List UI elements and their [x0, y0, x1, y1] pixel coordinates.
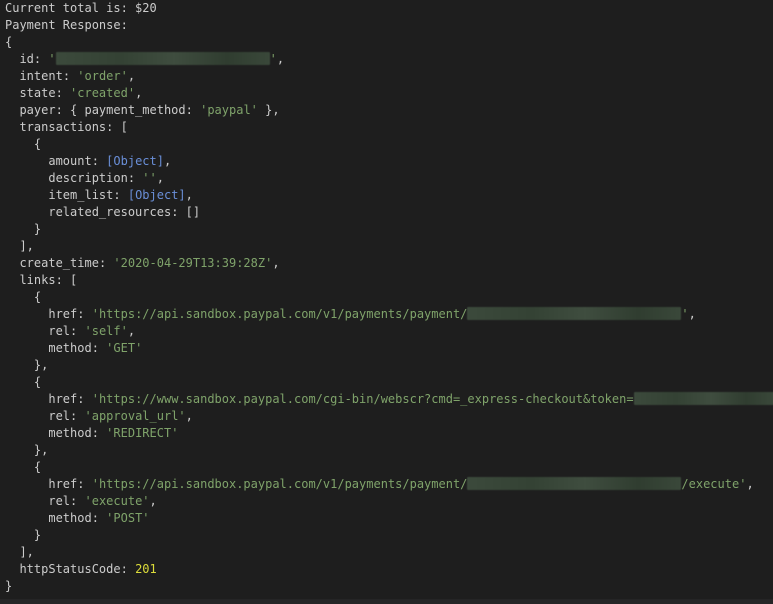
create-time-value: '2020-04-29T13:39:28Z': [113, 256, 273, 270]
intent-line: intent: 'order',: [19, 69, 136, 83]
state-line: state: 'created',: [19, 86, 143, 100]
item-list-line: item_list: [Object],: [48, 188, 193, 202]
redacted-payment-id: [467, 307, 682, 320]
id-quote-open: ': [48, 52, 56, 66]
link2-rel: 'approval_url': [84, 409, 186, 423]
method-key: method: [48, 341, 92, 355]
link3-rel: 'execute': [84, 494, 150, 508]
transaction-open: {: [5, 137, 42, 151]
close-brace-line: }: [5, 578, 12, 595]
method-key: method: [48, 426, 92, 440]
rel-key: rel: [48, 494, 71, 508]
id-line: id: ' ',: [19, 52, 285, 66]
transactions-close: ],: [5, 239, 34, 253]
create-time-key: create_time: [19, 256, 99, 270]
console-output: Current total is: $20 Payment Response: …: [0, 0, 773, 604]
create-time-line: create_time: '2020-04-29T13:39:28Z',: [19, 256, 280, 270]
intent-key: intent: [19, 69, 63, 83]
link1-method-line: method: 'GET': [48, 341, 143, 355]
links-close: ],: [5, 545, 34, 559]
link2-open: {: [5, 375, 42, 389]
rel-key: rel: [48, 409, 71, 423]
link3-href-line: href: 'https://api.sandbox.paypal.com/v1…: [48, 477, 754, 491]
rel-key: rel: [48, 324, 71, 338]
intent-value: 'order': [77, 69, 128, 83]
href-key: href: [48, 477, 78, 491]
state-key: state: [19, 86, 56, 100]
link1-rel-line: rel: 'self',: [48, 324, 136, 338]
link1-href-suffix: ': [681, 307, 689, 321]
link2-method: 'REDIRECT': [106, 426, 179, 440]
href-key: href: [48, 307, 78, 321]
description-line: description: '',: [48, 171, 164, 185]
link1-rel: 'self': [84, 324, 128, 338]
transactions-key: transactions: [19, 120, 107, 134]
payment-method-value: 'paypal': [200, 103, 258, 117]
http-status-line: httpStatusCode: 201: [19, 562, 157, 576]
amount-key: amount: [48, 154, 92, 168]
link1-open: {: [5, 290, 42, 304]
id-key: id: [19, 52, 34, 66]
state-value: 'created': [70, 86, 136, 100]
amount-value: [Object]: [106, 154, 164, 168]
redacted-payment-id: [467, 477, 682, 490]
links-key: links: [19, 273, 56, 287]
payer-line: payer: { payment_method: 'paypal' },: [19, 103, 280, 117]
link3-href-prefix: 'https://api.sandbox.paypal.com/v1/payme…: [91, 477, 468, 491]
http-status-value: 201: [135, 562, 157, 576]
link2-close: },: [5, 443, 49, 457]
link2-href-line: href: 'https://www.sandbox.paypal.com/cg…: [5, 391, 773, 408]
bottom-edge: [0, 599, 773, 604]
link3-open: {: [5, 460, 42, 474]
links-line: links: [: [19, 273, 78, 287]
amount-line: amount: [Object],: [48, 154, 172, 168]
payer-key: payer: [19, 103, 56, 117]
link1-href-line: href: 'https://api.sandbox.paypal.com/v1…: [48, 307, 696, 321]
payment-method-key: payment_method: [84, 103, 186, 117]
link2-rel-line: rel: 'approval_url',: [48, 409, 193, 423]
open-brace: {: [5, 35, 13, 49]
transactions-line: transactions: [: [19, 120, 128, 134]
id-quote-close: ': [269, 52, 277, 66]
response-label-line: Payment Response:: [5, 17, 128, 34]
redacted-id: [55, 52, 270, 65]
link1-method: 'GET': [106, 341, 143, 355]
link1-href-prefix: 'https://api.sandbox.paypal.com/v1/payme…: [91, 307, 468, 321]
link3-method: 'POST': [106, 511, 150, 525]
close-brace: }: [5, 579, 13, 593]
related-resources-line: related_resources: []: [48, 205, 201, 219]
href-key: href: [48, 392, 78, 406]
http-status-key: httpStatusCode: [19, 562, 121, 576]
response-label: Payment Response:: [5, 18, 128, 32]
item-list-key: item_list: [48, 188, 114, 202]
link2-href-prefix: 'https://www.sandbox.paypal.com/cgi-bin/…: [91, 392, 634, 406]
related-resources-value: []: [185, 205, 201, 219]
description-key: description: [48, 171, 128, 185]
open-brace-line: {: [5, 34, 12, 51]
transaction-close: }: [5, 222, 42, 236]
link2-method-line: method: 'REDIRECT': [48, 426, 179, 440]
link3-method-line: method: 'POST': [48, 511, 150, 525]
total-text: Current total is: $20: [5, 1, 157, 15]
link3-href-suffix: /execute': [681, 477, 747, 491]
link1-close: },: [5, 358, 49, 372]
related-resources-key: related_resources: [48, 205, 172, 219]
total-line: Current total is: $20: [5, 0, 157, 17]
redacted-token: [633, 392, 773, 405]
link3-close: }: [5, 528, 42, 542]
item-list-value: [Object]: [127, 188, 186, 202]
link3-rel-line: rel: 'execute',: [48, 494, 157, 508]
method-key: method: [48, 511, 92, 525]
description-value: '': [142, 171, 157, 185]
